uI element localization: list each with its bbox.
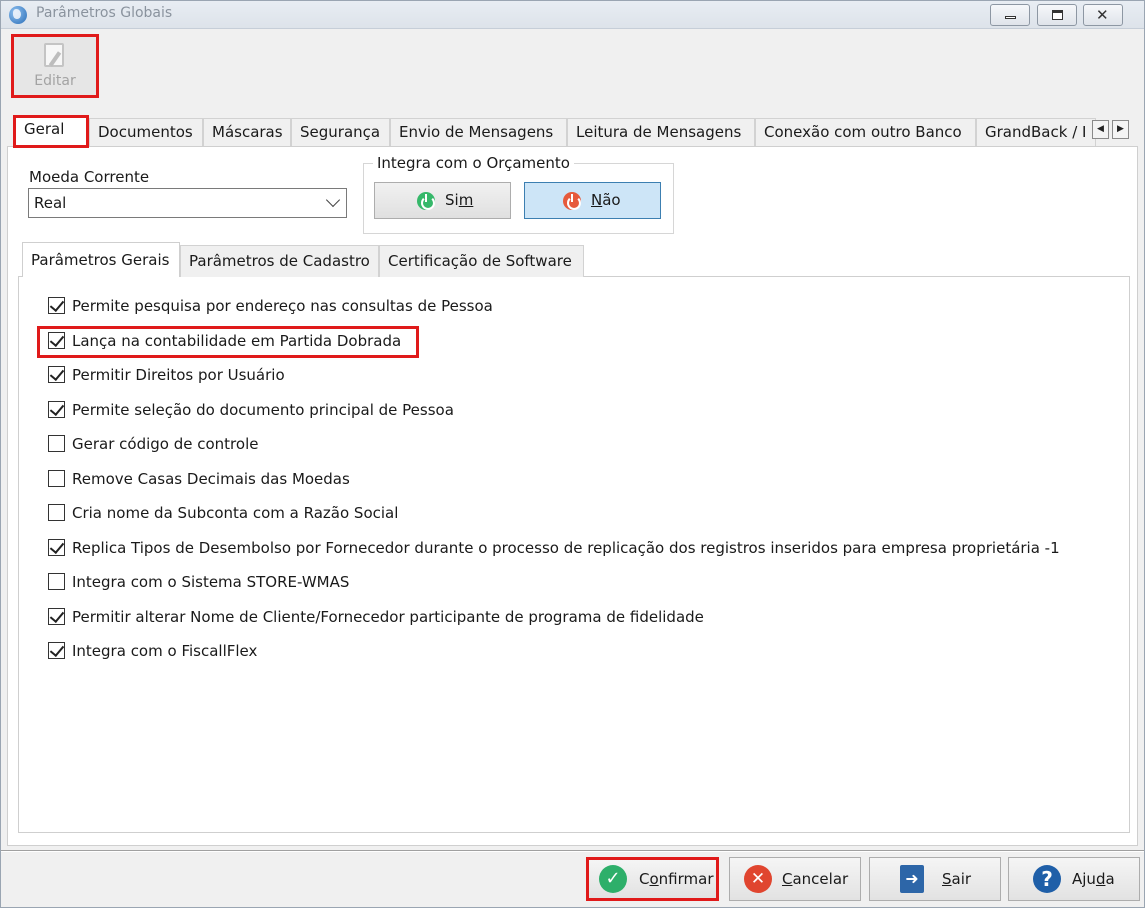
nao-button[interactable]: Não — [524, 182, 661, 219]
close-icon: ✕ — [1096, 6, 1109, 24]
cancel-button-label: Cancelar — [782, 870, 849, 888]
tab-parametros-gerais[interactable]: Parâmetros Gerais — [22, 242, 180, 277]
partida-dobrada-highlight — [37, 326, 419, 358]
minimize-icon — [1005, 16, 1016, 19]
checkbox[interactable] — [48, 366, 65, 383]
minimize-button[interactable] — [990, 4, 1030, 26]
maximize-button[interactable] — [1037, 4, 1077, 26]
chevron-down-icon — [325, 192, 341, 208]
tab-certificacao-software[interactable]: Certificação de Software — [379, 245, 584, 277]
bottom-separator — [1, 850, 1144, 852]
toolbar: Editar — [1, 30, 1144, 101]
tab-geral[interactable]: Geral — [13, 115, 89, 148]
help-button-label: Ajuda — [1072, 870, 1115, 888]
globe-icon — [9, 6, 27, 24]
confirm-button-label: Confirmar — [639, 870, 714, 888]
cancel-icon: ✕ — [744, 865, 772, 893]
exit-button-label: Sair — [942, 870, 972, 888]
arrow-left-icon: ◀ — [1097, 124, 1104, 134]
edit-button-label: Editar — [34, 73, 76, 89]
checkbox[interactable] — [48, 401, 65, 418]
nao-button-label: Não — [591, 191, 621, 209]
tab-scroll-left-button[interactable]: ◀ — [1092, 120, 1109, 139]
checkbox[interactable] — [48, 504, 65, 521]
help-icon: ? — [1033, 865, 1061, 893]
arrow-right-icon: ▶ — [1117, 124, 1124, 134]
power-icon — [417, 192, 435, 210]
maximize-icon — [1052, 10, 1063, 20]
help-button[interactable]: ? Ajuda — [1008, 857, 1140, 901]
checkbox[interactable] — [48, 573, 65, 590]
sim-button[interactable]: Sim — [374, 182, 511, 219]
parametros-globais-window: Parâmetros Globais ✕ Editar Geral Docume… — [0, 0, 1145, 908]
tab-grandback[interactable]: GrandBack / I — [976, 118, 1096, 146]
exit-button[interactable]: ➜ Sair — [869, 857, 1001, 901]
edit-button[interactable]: Editar — [11, 34, 99, 98]
sim-button-label: Sim — [445, 191, 474, 209]
checkbox[interactable] — [48, 470, 65, 487]
moeda-corrente-label: Moeda Corrente — [29, 168, 150, 186]
cancel-button[interactable]: ✕ Cancelar — [729, 857, 861, 901]
title-bar: Parâmetros Globais ✕ — [1, 1, 1144, 29]
tab-parametros-cadastro[interactable]: Parâmetros de Cadastro — [180, 245, 379, 277]
edit-document-icon — [44, 43, 64, 67]
tab-conexao-outro-banco[interactable]: Conexão com outro Banco — [755, 118, 976, 146]
window-title: Parâmetros Globais — [36, 5, 173, 21]
checkbox[interactable] — [48, 297, 65, 314]
tab-mascaras[interactable]: Máscaras — [203, 118, 291, 146]
checkbox[interactable] — [48, 435, 65, 452]
tab-envio-mensagens[interactable]: Envio de Mensagens — [390, 118, 567, 146]
tab-documentos[interactable]: Documentos — [89, 118, 203, 146]
moeda-corrente-value: Real — [34, 194, 67, 212]
moeda-corrente-select[interactable]: Real — [28, 188, 347, 218]
tab-leitura-mensagens[interactable]: Leitura de Mensagens — [567, 118, 755, 146]
tab-seguranca[interactable]: Segurança — [291, 118, 390, 146]
checkbox[interactable] — [48, 539, 65, 556]
close-button[interactable]: ✕ — [1083, 4, 1123, 26]
integra-orcamento-legend: Integra com o Orçamento — [373, 154, 574, 172]
power-icon — [563, 192, 581, 210]
tab-scroll-right-button[interactable]: ▶ — [1112, 120, 1129, 139]
exit-door-icon: ➜ — [900, 865, 924, 893]
checkbox[interactable] — [48, 608, 65, 625]
confirm-button[interactable]: ✓ Confirmar — [586, 857, 719, 901]
checkbox[interactable] — [48, 642, 65, 659]
check-icon: ✓ — [599, 865, 627, 893]
